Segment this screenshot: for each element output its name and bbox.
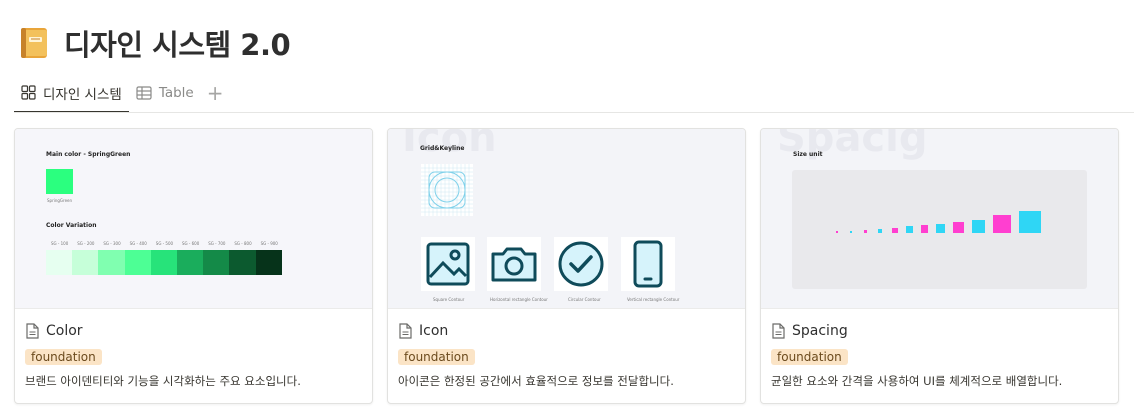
icon-caption: Square Contour: [433, 297, 465, 302]
tab-label: 디자인 시스템: [43, 86, 122, 103]
spacing-step-square: [906, 226, 913, 233]
spacing-step-square: [892, 227, 898, 233]
gallery-card-color[interactable]: Main color - SpringGreen SpringGreen Col…: [14, 128, 373, 404]
preview-label: Size unit: [793, 151, 823, 158]
icon-tile-image: [421, 237, 475, 291]
view-tabs: 디자인 시스템 Table +: [14, 80, 1134, 113]
add-view-button[interactable]: +: [201, 80, 230, 106]
icon-tile-camera: [487, 237, 541, 291]
icon-caption: Circular Contour: [568, 297, 601, 302]
page-header: 디자인 시스템 2.0: [18, 22, 291, 64]
preview-label: Grid&Keyline: [420, 145, 465, 152]
variation-swatch: [150, 250, 177, 275]
spacing-step-square: [850, 230, 853, 233]
tag-badge: foundation: [771, 349, 848, 365]
card-preview: Main color - SpringGreen SpringGreen Col…: [15, 129, 372, 309]
tag-badge: foundation: [398, 349, 475, 365]
tab-table[interactable]: Table: [129, 80, 201, 106]
image-icon: [426, 242, 470, 286]
card-title: Spacing: [792, 323, 848, 339]
card-title: Color: [46, 323, 83, 339]
variation-step-label: SG - 500: [155, 241, 174, 246]
variation-swatch: [98, 250, 125, 275]
card-description: 아이콘은 한정된 공간에서 효율적으로 정보를 전달합니다.: [398, 374, 674, 388]
tab-design-system[interactable]: 디자인 시스템: [14, 80, 129, 113]
variation-swatch: [203, 250, 230, 275]
icon-tile-check: [554, 237, 608, 291]
gallery-card-spacing[interactable]: Spacig Size unit Spacing foundation 균일한 …: [760, 128, 1119, 404]
gallery: Main color - SpringGreen SpringGreen Col…: [14, 128, 1119, 404]
variation-swatch: [124, 250, 151, 275]
variation-swatch: [229, 250, 256, 275]
variation-step-label: SG - 100: [51, 241, 69, 246]
phone-icon: [633, 240, 663, 288]
variation-step-label: SG - 400: [129, 241, 147, 246]
variation-step-label: SG - 700: [208, 241, 226, 246]
card-description: 브랜드 아이덴티티와 기능을 시각화하는 주요 요소입니다.: [25, 374, 301, 388]
table-icon: [136, 86, 152, 100]
spacing-step-square: [878, 228, 883, 233]
gallery-icon: [21, 85, 36, 100]
page-icon: [772, 323, 785, 339]
tab-label: Table: [158, 85, 194, 101]
variation-step-label: SG - 600: [182, 241, 200, 246]
icon-caption: Vertical rectangle Contour: [627, 297, 680, 302]
preview-label: Color Variation: [46, 222, 97, 229]
preview-label: Main color - SpringGreen: [46, 151, 131, 158]
card-description: 균일한 요소와 간격을 사용하여 UI를 체계적으로 배열합니다.: [771, 374, 1063, 388]
gallery-card-icon[interactable]: Icon Grid&Keyline Square Contour Horizon…: [387, 128, 746, 404]
card-preview: Spacig Size unit: [761, 129, 1118, 309]
variation-swatch: [72, 250, 99, 275]
variation-step-label: SG - 800: [234, 241, 252, 246]
camera-icon: [491, 247, 537, 282]
variation-swatch: [46, 250, 73, 275]
variation-swatch: [177, 250, 204, 275]
spacing-step-square: [864, 229, 868, 233]
main-swatch: [46, 169, 73, 194]
page-icon: [399, 323, 412, 339]
tag-badge: foundation: [25, 349, 102, 365]
swatch-name: SpringGreen: [47, 198, 73, 203]
spacing-step-square: [836, 231, 838, 233]
icon-tile-phone: [621, 237, 675, 291]
card-title: Icon: [419, 323, 449, 339]
page-title: 디자인 시스템 2.0: [64, 28, 291, 62]
spacing-step-square: [972, 219, 986, 233]
spacing-step-square: [953, 222, 965, 233]
spacing-step-square: [920, 225, 929, 233]
variation-step-label: SG - 900: [260, 241, 278, 246]
keyline-grid-icon: [421, 164, 473, 216]
variation-step-label: SG - 300: [103, 241, 121, 246]
card-preview: Icon Grid&Keyline Square Contour Horizon…: [388, 129, 745, 309]
icon-caption: Horizontal rectangle Contour: [490, 297, 548, 302]
variation-step-label: SG - 200: [77, 241, 95, 246]
variation-swatch: [255, 250, 282, 275]
page-icon: [26, 323, 39, 339]
spacing-step-square: [936, 224, 946, 233]
check-circle-icon: [558, 241, 604, 287]
spacing-step-square: [1018, 211, 1041, 233]
spacing-step-square: [993, 215, 1011, 233]
notebook-icon: [18, 24, 52, 62]
divider: [14, 112, 1134, 113]
